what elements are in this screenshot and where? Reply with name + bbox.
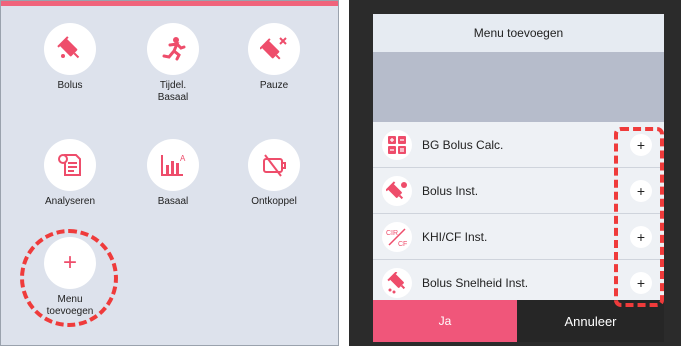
pause-syringe-icon [248,23,300,75]
calculator-icon [382,129,412,160]
svg-text:A: A [180,154,186,163]
list-item-label: BG Bolus Calc. [422,137,504,152]
tile-pause[interactable]: Pauze [229,23,319,92]
list-item-label: Bolus Snelheid Inst. [422,275,529,290]
bolus-syringe-icon [44,23,96,75]
dialog-banner [373,52,664,122]
list-item-label: Bolus Inst. [422,183,479,198]
tile-label: Analyseren [44,196,96,207]
highlight-rectangle [614,127,664,307]
svg-text:CIR: CIR [386,230,398,237]
bolus-settings-icon [382,175,412,206]
add-menu-screen: Menu toevoegen BG Bolus Calc. + Bolus In… [349,0,681,346]
tile-temp-basal[interactable]: Tijdel. Basaal [128,23,218,104]
svg-text:CF: CF [398,241,407,248]
tile-label: Ontkoppel [251,196,297,207]
tile-analyze[interactable]: Analyseren [25,139,115,208]
dialog-title: Menu toevoegen [373,14,664,52]
bolus-speed-icon [382,267,412,298]
disconnect-icon [248,139,300,191]
tile-label: Tijdel. Basaal [157,80,189,103]
basal-chart-icon: A [147,139,199,191]
list-item-label: KHI/CF Inst. [422,229,488,244]
tile-label: Pauze [259,80,289,91]
confirm-button[interactable]: Ja [373,300,517,342]
tile-disconnect[interactable]: Ontkoppel [229,139,319,208]
tile-label: Bolus [57,80,83,91]
tile-basal[interactable]: A Basaal [128,139,218,208]
highlight-circle [20,229,118,327]
cir-cf-icon: CIR CF [382,221,412,252]
tile-bolus[interactable]: Bolus [25,23,115,92]
main-menu-screen: Bolus Tijdel. Basaal Pauze Analyseren A … [0,0,339,346]
running-person-icon [147,23,199,75]
tile-label: Basaal [157,196,189,207]
top-accent-bar [1,1,338,6]
document-analysis-icon [44,139,96,191]
